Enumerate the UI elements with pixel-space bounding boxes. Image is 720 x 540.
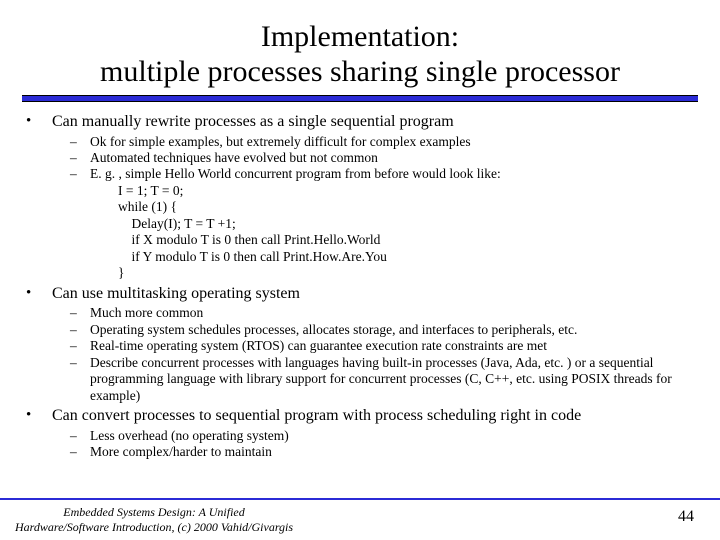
dash-icon: –: [70, 444, 90, 460]
sub-text: Real-time operating system (RTOS) can gu…: [90, 338, 547, 354]
dash-icon: –: [70, 134, 90, 150]
sub-text: Less overhead (no operating system): [90, 428, 289, 444]
bullet-2-text: Can use multitasking operating system: [52, 284, 300, 304]
sub-text: Automated techniques have evolved but no…: [90, 150, 378, 166]
code-block: I = 1; T = 0; while (1) { Delay(I); T = …: [118, 183, 698, 282]
page-number: 44: [678, 508, 694, 526]
dash-icon: –: [70, 150, 90, 166]
sub-text: E. g. , simple Hello World concurrent pr…: [90, 166, 501, 182]
list-item: –Much more common: [70, 305, 698, 321]
list-item: –E. g. , simple Hello World concurrent p…: [70, 166, 698, 182]
list-item: –Operating system schedules processes, a…: [70, 322, 698, 338]
slide-title: Implementation: multiple processes shari…: [22, 20, 698, 89]
bullet-3-text: Can convert processes to sequential prog…: [52, 406, 581, 426]
slide-body: • Can manually rewrite processes as a si…: [22, 112, 698, 461]
footer-rule: [0, 498, 720, 500]
dash-icon: –: [70, 355, 90, 404]
bullet-1: • Can manually rewrite processes as a si…: [22, 112, 698, 132]
sub-text: More complex/harder to maintain: [90, 444, 272, 460]
dash-icon: –: [70, 428, 90, 444]
bullet-3: • Can convert processes to sequential pr…: [22, 406, 698, 426]
list-item: –Real-time operating system (RTOS) can g…: [70, 338, 698, 354]
bullet-1-text: Can manually rewrite processes as a sing…: [52, 112, 454, 132]
sub-text: Much more common: [90, 305, 203, 321]
code-line: if Y modulo T is 0 then call Print.How.A…: [118, 249, 698, 265]
bullet-3-sublist: –Less overhead (no operating system) –Mo…: [70, 428, 698, 461]
footer-line-1: Embedded Systems Design: A Unified: [63, 505, 245, 519]
bullet-dot-icon: •: [22, 284, 52, 304]
list-item: –Automated techniques have evolved but n…: [70, 150, 698, 166]
code-line: }: [118, 265, 698, 281]
title-underline: [22, 95, 698, 102]
dash-icon: –: [70, 166, 90, 182]
bullet-2-sublist: –Much more common –Operating system sche…: [70, 305, 698, 404]
dash-icon: –: [70, 322, 90, 338]
list-item: –More complex/harder to maintain: [70, 444, 698, 460]
sub-text: Describe concurrent processes with langu…: [90, 355, 698, 404]
bullet-dot-icon: •: [22, 112, 52, 132]
list-item: –Less overhead (no operating system): [70, 428, 698, 444]
code-line: Delay(I); T = T +1;: [118, 216, 698, 232]
footer-citation: Embedded Systems Design: A Unified Hardw…: [14, 505, 294, 534]
footer-line-2: Hardware/Software Introduction, (c) 2000…: [15, 520, 293, 534]
title-line-1: Implementation:: [261, 20, 459, 53]
slide: Implementation: multiple processes shari…: [0, 0, 720, 540]
dash-icon: –: [70, 338, 90, 354]
bullet-2: • Can use multitasking operating system: [22, 284, 698, 304]
code-line: I = 1; T = 0;: [118, 183, 698, 199]
title-line-2: multiple processes sharing single proces…: [100, 55, 620, 88]
sub-text: Ok for simple examples, but extremely di…: [90, 134, 471, 150]
code-line: if X modulo T is 0 then call Print.Hello…: [118, 232, 698, 248]
list-item: –Ok for simple examples, but extremely d…: [70, 134, 698, 150]
sub-text: Operating system schedules processes, al…: [90, 322, 577, 338]
dash-icon: –: [70, 305, 90, 321]
bullet-1-sublist: –Ok for simple examples, but extremely d…: [70, 134, 698, 183]
list-item: –Describe concurrent processes with lang…: [70, 355, 698, 404]
bullet-dot-icon: •: [22, 406, 52, 426]
code-line: while (1) {: [118, 199, 698, 215]
